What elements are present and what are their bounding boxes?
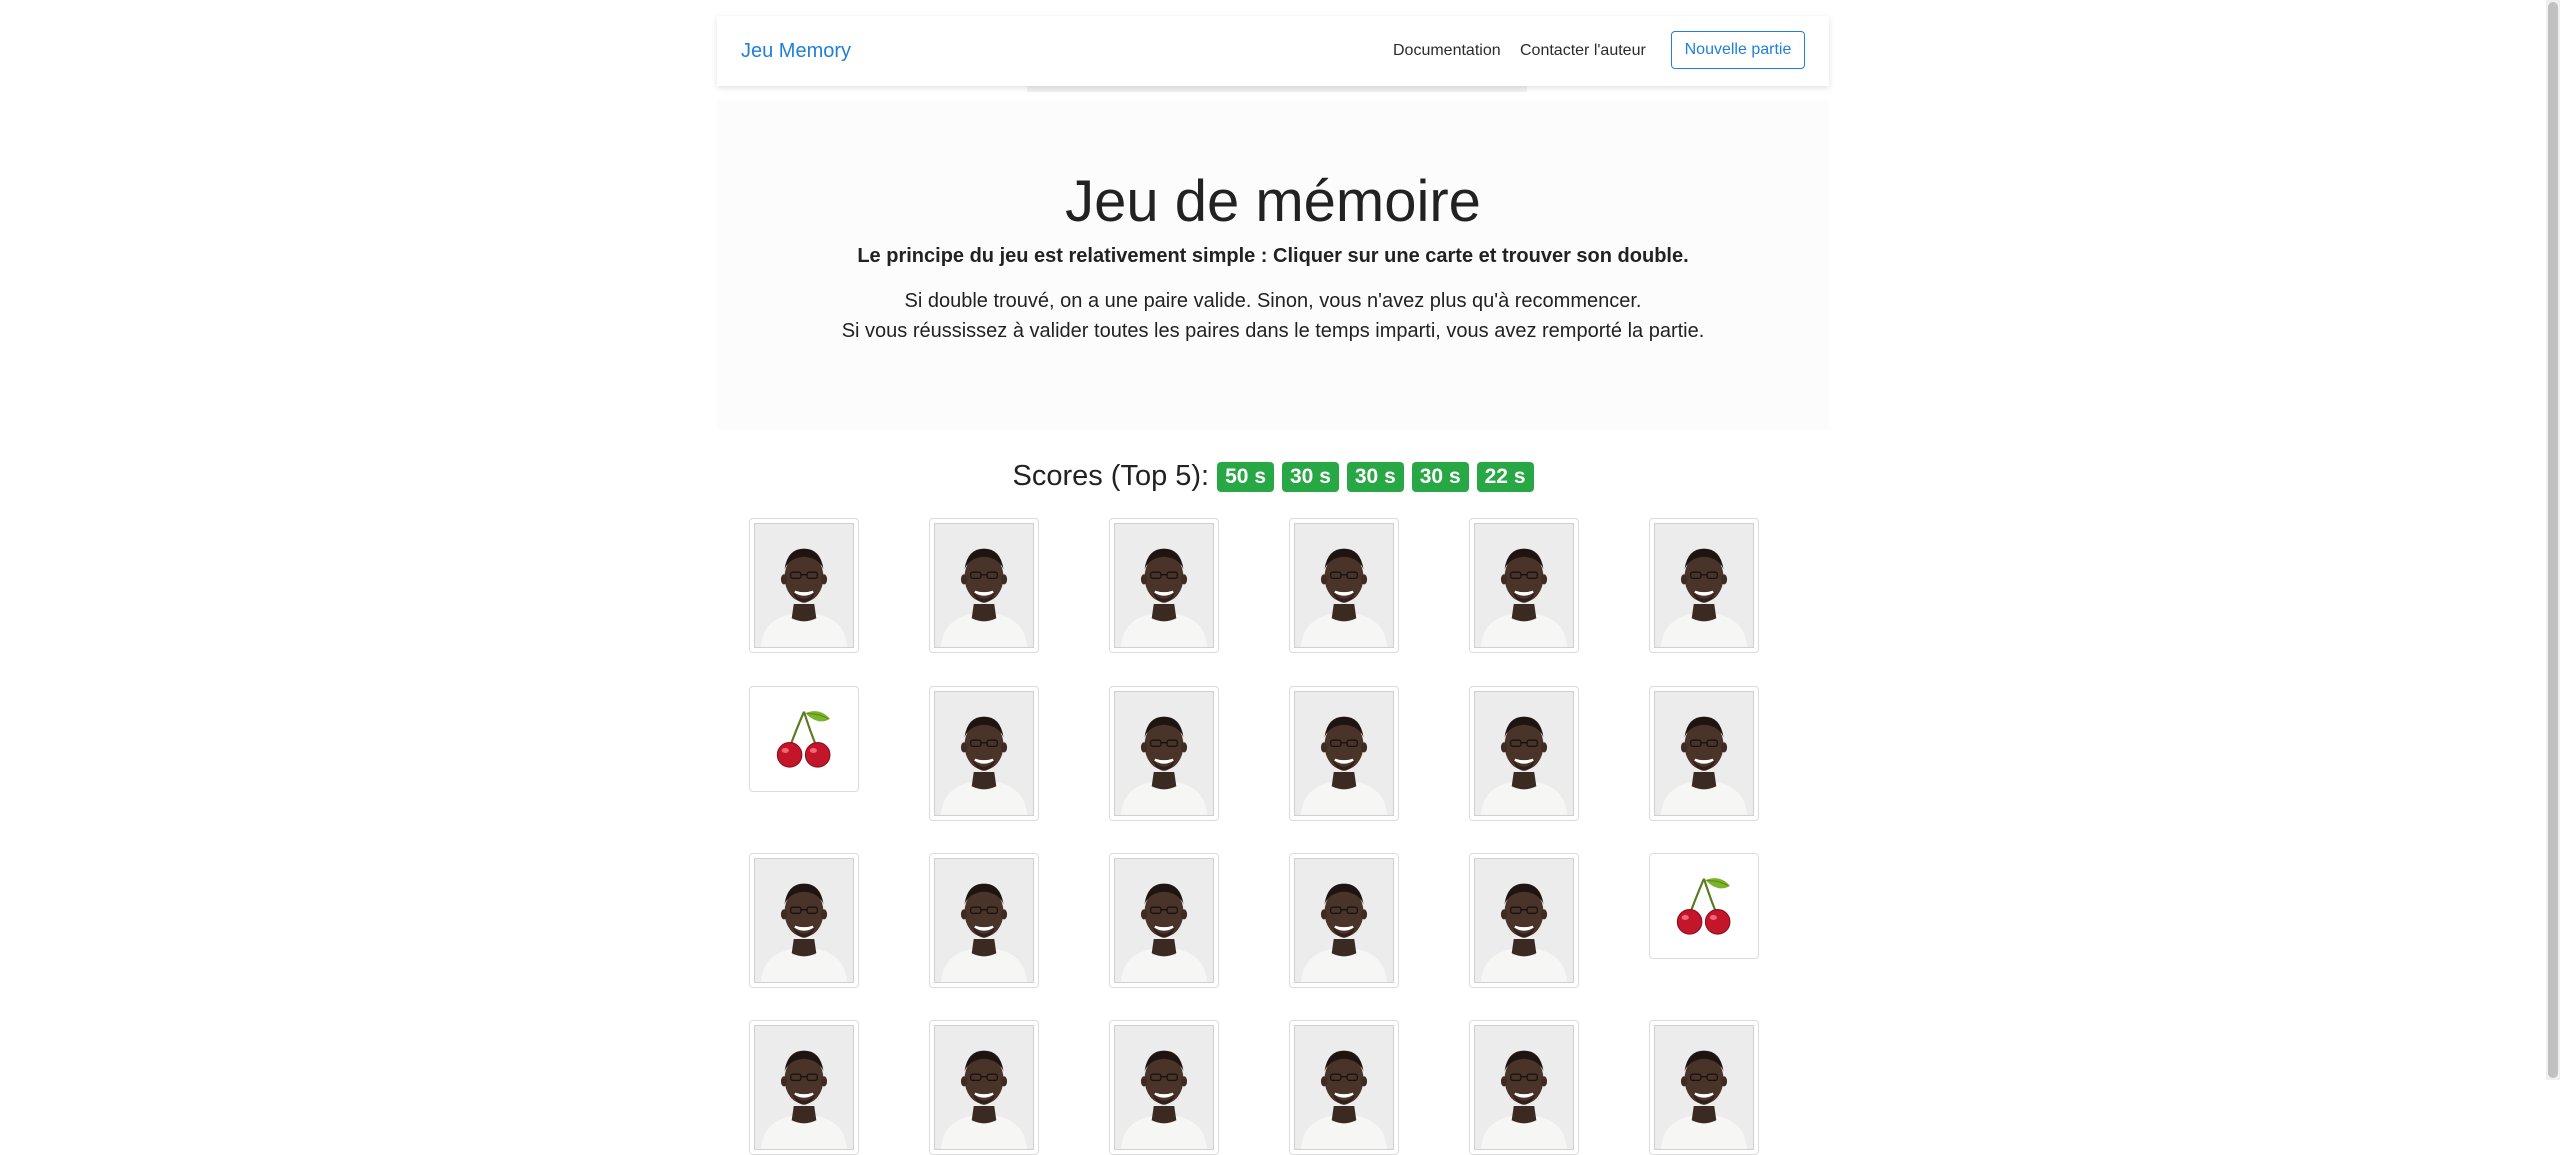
score-badge: 30 s [1411, 461, 1469, 492]
card-back-portrait-image [1114, 858, 1214, 983]
memory-card[interactable] [929, 1020, 1039, 1155]
memory-card[interactable] [1469, 1020, 1579, 1155]
memory-card[interactable] [1649, 1020, 1759, 1155]
nav-link-documentation[interactable]: Documentation [1393, 42, 1501, 60]
memory-card[interactable] [1469, 518, 1579, 653]
memory-card[interactable] [1289, 518, 1399, 653]
memory-card[interactable] [929, 853, 1039, 988]
memory-card[interactable] [1649, 686, 1759, 821]
scrollbar[interactable] [2546, 0, 2560, 1080]
brand-link[interactable]: Jeu Memory [741, 40, 851, 63]
memory-card[interactable] [1469, 686, 1579, 821]
new-game-button[interactable]: Nouvelle partie [1671, 31, 1805, 69]
scrollbar-thumb[interactable] [2548, 2, 2558, 1078]
memory-card[interactable] [749, 853, 859, 988]
memory-card[interactable] [749, 1020, 859, 1155]
card-back-portrait-image [754, 858, 854, 983]
card-back-portrait-image [1294, 858, 1394, 983]
card-back-portrait-image [754, 523, 854, 648]
card-back-portrait-image [1294, 691, 1394, 816]
card-back-portrait-image [934, 523, 1034, 648]
score-badge: 50 s [1217, 461, 1274, 492]
nav-link-contact[interactable]: Contacter l'auteur [1520, 42, 1646, 60]
memory-card[interactable] [749, 518, 859, 653]
card-back-portrait-image [1474, 1025, 1574, 1150]
navbar: Jeu Memory Documentation Contacter l'aut… [717, 16, 1829, 86]
memory-card[interactable] [1289, 686, 1399, 821]
card-back-portrait-image [1294, 1025, 1394, 1150]
memory-card[interactable] [929, 518, 1039, 653]
card-back-portrait-image [1654, 523, 1754, 648]
intro-line-2: Si vous réussissez à valider toutes les … [841, 320, 1705, 342]
memory-card-revealed[interactable] [749, 686, 859, 792]
scores-label: Scores (Top 5): [1012, 460, 1210, 492]
page-title: Jeu de mémoire [1065, 169, 1481, 234]
card-back-portrait-image [1114, 1025, 1214, 1150]
card-back-portrait-image [754, 1025, 854, 1150]
card-back-portrait-image [1474, 523, 1574, 648]
memory-card[interactable] [1469, 853, 1579, 988]
card-back-portrait-image [1474, 858, 1574, 983]
score-badge: 30 s [1346, 461, 1404, 492]
card-back-portrait-image [934, 858, 1034, 983]
score-badge: 22 s [1476, 461, 1534, 492]
intro-lead: Le principe du jeu est relativement simp… [857, 245, 1689, 267]
card-back-portrait-image [1114, 691, 1214, 816]
card-back-portrait-image [1654, 1025, 1754, 1150]
card-back-portrait-image [934, 1025, 1034, 1150]
card-back-portrait-image [1474, 691, 1574, 816]
scores-bar: Scores (Top 5): 50 s 30 s 30 s 30 s 22 s [717, 460, 1829, 493]
memory-card[interactable] [1109, 686, 1219, 821]
card-back-portrait-image [1294, 523, 1394, 648]
score-badge: 30 s [1282, 461, 1339, 492]
memory-card[interactable] [929, 686, 1039, 821]
memory-card[interactable] [1649, 518, 1759, 653]
memory-card[interactable] [1289, 853, 1399, 988]
card-back-portrait-image [1654, 691, 1754, 816]
card-back-portrait-image [934, 691, 1034, 816]
intro-line-1: Si double trouvé, on a une paire valide.… [904, 290, 1642, 312]
cherry-icon [754, 691, 854, 787]
cherry-icon [1654, 858, 1754, 954]
memory-card[interactable] [1109, 1020, 1219, 1155]
memory-card[interactable] [1109, 518, 1219, 653]
card-back-portrait-image [1114, 523, 1214, 648]
memory-card-revealed[interactable] [1649, 853, 1759, 959]
memory-card[interactable] [1109, 853, 1219, 988]
memory-card[interactable] [1289, 1020, 1399, 1155]
